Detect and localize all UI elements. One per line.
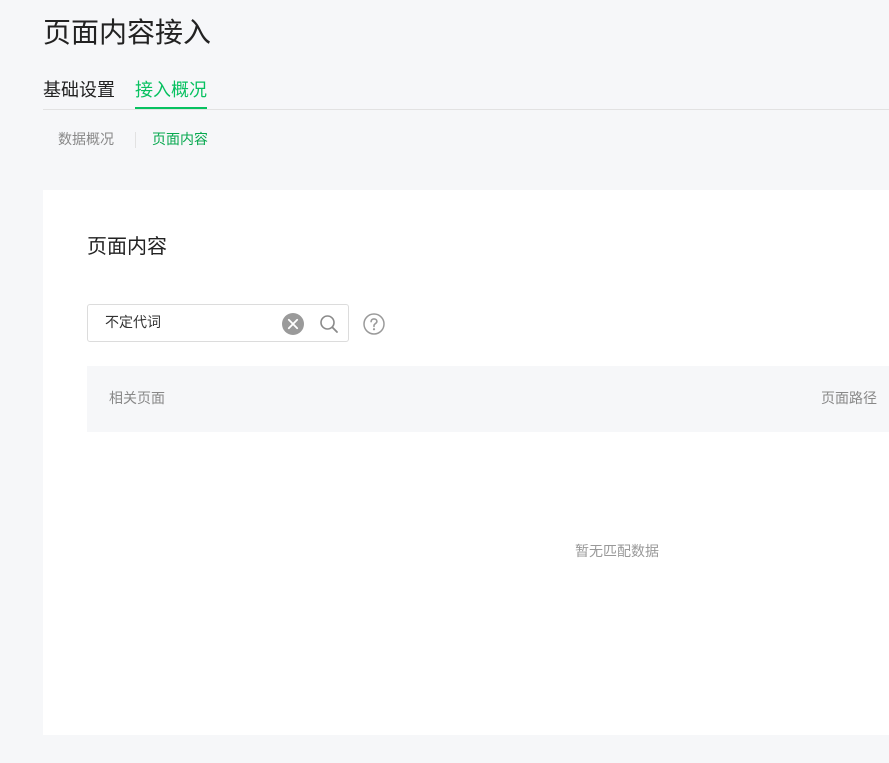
tab-basic-settings[interactable]: 基础设置 [43, 76, 115, 106]
subtab-page-content[interactable]: 页面内容 [152, 128, 208, 152]
search-input[interactable] [105, 313, 275, 333]
search-icon[interactable] [319, 314, 339, 334]
main-tab-bar: 基础设置 接入概况 [43, 76, 889, 110]
search-box [87, 304, 349, 342]
subtab-data-overview[interactable]: 数据概况 [58, 128, 114, 152]
help-circle-icon[interactable] [363, 313, 385, 335]
content-card: 页面内容 相关页面 页面路径 暂无匹配数据 [43, 190, 889, 735]
card-title: 页面内容 [87, 234, 167, 258]
sub-tab-divider [135, 132, 136, 148]
column-header-related-page: 相关页面 [109, 391, 165, 407]
table-header: 相关页面 页面路径 [87, 366, 889, 432]
column-header-page-path: 页面路径 [821, 391, 877, 407]
tab-access-overview[interactable]: 接入概况 [135, 76, 207, 109]
empty-state-text: 暂无匹配数据 [575, 544, 659, 560]
clear-circle-icon[interactable] [282, 313, 304, 335]
page-title: 页面内容接入 [43, 16, 212, 49]
